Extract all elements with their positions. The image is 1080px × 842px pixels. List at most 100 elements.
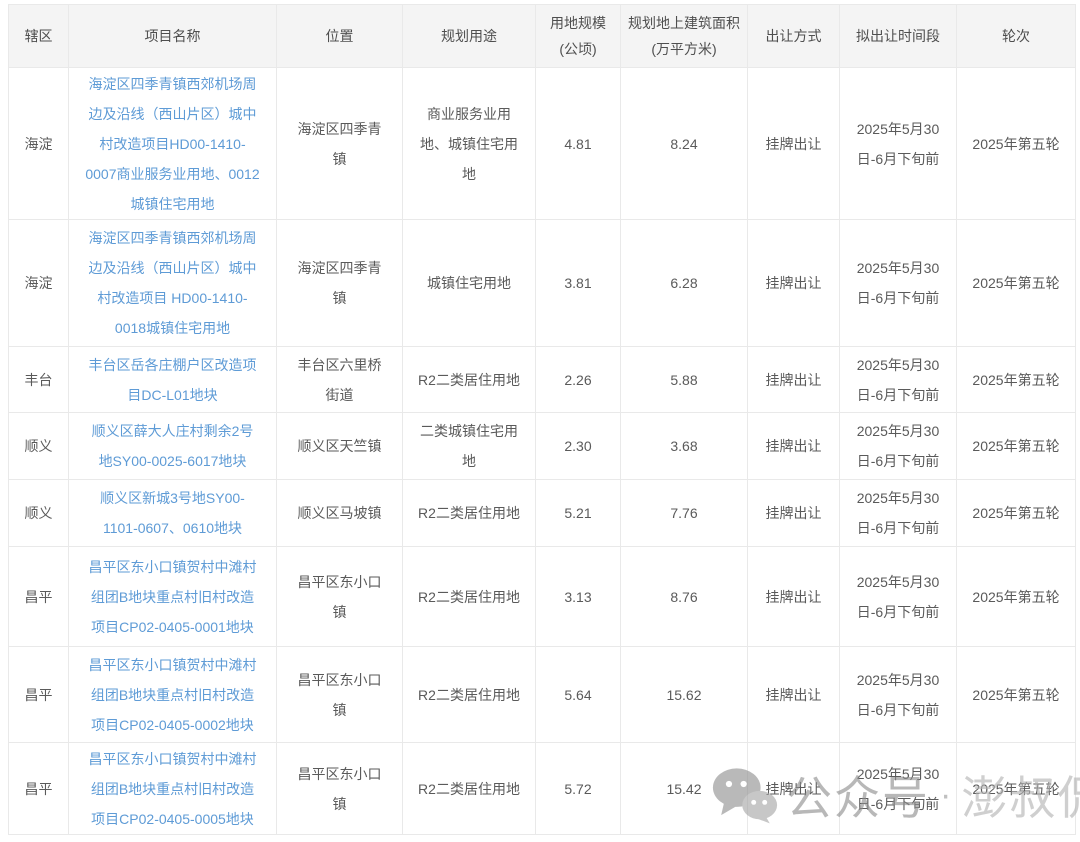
cell-area: 8.76 [621, 547, 748, 647]
cell-period: 2025年5月30日-6月下旬前 [840, 220, 957, 347]
cell-usage: 城镇住宅用地 [403, 220, 536, 347]
cell-method: 挂牌出让 [748, 68, 840, 220]
cell-usage: 商业服务业用地、城镇住宅用地 [403, 68, 536, 220]
column-header-project: 项目名称 [69, 5, 277, 68]
cell-scale: 3.81 [536, 220, 621, 347]
cell-round: 2025年第五轮 [957, 743, 1076, 835]
cell-period: 2025年5月30日-6月下旬前 [840, 413, 957, 480]
column-header-period: 拟出让时间段 [840, 5, 957, 68]
table-header: 辖区项目名称位置规划用途用地规模(公顷)规划地上建筑面积(万平方米)出让方式拟出… [9, 5, 1076, 68]
cell-scale: 5.72 [536, 743, 621, 835]
column-header-area: 规划地上建筑面积(万平方米) [621, 5, 748, 68]
cell-usage: R2二类居住用地 [403, 647, 536, 743]
cell-round: 2025年第五轮 [957, 547, 1076, 647]
cell-round: 2025年第五轮 [957, 480, 1076, 547]
cell-project: 海淀区四季青镇西郊机场周边及沿线（西山片区）城中村改造项目HD00-1410-0… [69, 68, 277, 220]
cell-round: 2025年第五轮 [957, 647, 1076, 743]
cell-area: 15.42 [621, 743, 748, 835]
table-row: 昌平昌平区东小口镇贺村中滩村组团B地块重点村旧村改造项目CP02-0405-00… [9, 743, 1076, 835]
table-row: 昌平昌平区东小口镇贺村中滩村组团B地块重点村旧村改造项目CP02-0405-00… [9, 547, 1076, 647]
cell-method: 挂牌出让 [748, 347, 840, 413]
table-row: 海淀海淀区四季青镇西郊机场周边及沿线（西山片区）城中村改造项目 HD00-141… [9, 220, 1076, 347]
cell-district: 顺义 [9, 480, 69, 547]
cell-scale: 2.30 [536, 413, 621, 480]
cell-project: 昌平区东小口镇贺村中滩村组团B地块重点村旧村改造项目CP02-0405-0001… [69, 547, 277, 647]
cell-method: 挂牌出让 [748, 647, 840, 743]
table-row: 海淀海淀区四季青镇西郊机场周边及沿线（西山片区）城中村改造项目HD00-1410… [9, 68, 1076, 220]
cell-area: 8.24 [621, 68, 748, 220]
column-header-scale: 用地规模(公顷) [536, 5, 621, 68]
cell-district: 顺义 [9, 413, 69, 480]
cell-usage: R2二类居住用地 [403, 480, 536, 547]
cell-project: 顺义区新城3号地SY00-1101-0607、0610地块 [69, 480, 277, 547]
cell-area: 6.28 [621, 220, 748, 347]
cell-period: 2025年5月30日-6月下旬前 [840, 480, 957, 547]
cell-scale: 5.64 [536, 647, 621, 743]
cell-location: 丰台区六里桥街道 [277, 347, 403, 413]
cell-location: 海淀区四季青镇 [277, 68, 403, 220]
cell-district: 海淀 [9, 68, 69, 220]
cell-area: 15.62 [621, 647, 748, 743]
cell-area: 5.88 [621, 347, 748, 413]
column-header-round: 轮次 [957, 5, 1076, 68]
project-link[interactable]: 昌平区东小口镇贺村中滩村组团B地块重点村旧村改造项目CP02-0405-0001… [89, 559, 257, 635]
cell-scale: 5.21 [536, 480, 621, 547]
column-header-usage: 规划用途 [403, 5, 536, 68]
cell-period: 2025年5月30日-6月下旬前 [840, 347, 957, 413]
project-link[interactable]: 丰台区岳各庄棚户区改造项目DC-L01地块 [89, 357, 257, 403]
cell-scale: 2.26 [536, 347, 621, 413]
cell-area: 3.68 [621, 413, 748, 480]
cell-project: 昌平区东小口镇贺村中滩村组团B地块重点村旧村改造项目CP02-0405-0005… [69, 743, 277, 835]
cell-area: 7.76 [621, 480, 748, 547]
project-link[interactable]: 昌平区东小口镇贺村中滩村组团B地块重点村旧村改造项目CP02-0405-0002… [89, 657, 257, 733]
cell-project: 昌平区东小口镇贺村中滩村组团B地块重点村旧村改造项目CP02-0405-0002… [69, 647, 277, 743]
land-auction-table: 辖区项目名称位置规划用途用地规模(公顷)规划地上建筑面积(万平方米)出让方式拟出… [8, 4, 1076, 835]
cell-usage: R2二类居住用地 [403, 743, 536, 835]
cell-location: 昌平区东小口镇 [277, 547, 403, 647]
cell-scale: 4.81 [536, 68, 621, 220]
cell-district: 丰台 [9, 347, 69, 413]
project-link[interactable]: 顺义区薛大人庄村剩余2号地SY00-0025-6017地块 [92, 423, 254, 469]
cell-round: 2025年第五轮 [957, 68, 1076, 220]
table-body: 海淀海淀区四季青镇西郊机场周边及沿线（西山片区）城中村改造项目HD00-1410… [9, 68, 1076, 835]
cell-round: 2025年第五轮 [957, 347, 1076, 413]
column-header-district: 辖区 [9, 5, 69, 68]
cell-usage: R2二类居住用地 [403, 347, 536, 413]
cell-district: 昌平 [9, 547, 69, 647]
column-header-location: 位置 [277, 5, 403, 68]
table-row: 顺义顺义区薛大人庄村剩余2号地SY00-0025-6017地块顺义区天竺镇二类城… [9, 413, 1076, 480]
project-link[interactable]: 海淀区四季青镇西郊机场周边及沿线（西山片区）城中村改造项目HD00-1410-0… [85, 76, 259, 212]
cell-location: 顺义区马坡镇 [277, 480, 403, 547]
cell-district: 昌平 [9, 647, 69, 743]
cell-usage: R2二类居住用地 [403, 547, 536, 647]
cell-period: 2025年5月30日-6月下旬前 [840, 547, 957, 647]
cell-project: 顺义区薛大人庄村剩余2号地SY00-0025-6017地块 [69, 413, 277, 480]
cell-project: 海淀区四季青镇西郊机场周边及沿线（西山片区）城中村改造项目 HD00-1410-… [69, 220, 277, 347]
table-row: 丰台丰台区岳各庄棚户区改造项目DC-L01地块丰台区六里桥街道R2二类居住用地2… [9, 347, 1076, 413]
cell-location: 顺义区天竺镇 [277, 413, 403, 480]
cell-round: 2025年第五轮 [957, 413, 1076, 480]
cell-method: 挂牌出让 [748, 743, 840, 835]
cell-project: 丰台区岳各庄棚户区改造项目DC-L01地块 [69, 347, 277, 413]
cell-method: 挂牌出让 [748, 480, 840, 547]
table-row: 昌平昌平区东小口镇贺村中滩村组团B地块重点村旧村改造项目CP02-0405-00… [9, 647, 1076, 743]
cell-location: 海淀区四季青镇 [277, 220, 403, 347]
cell-method: 挂牌出让 [748, 413, 840, 480]
cell-method: 挂牌出让 [748, 220, 840, 347]
project-link[interactable]: 顺义区新城3号地SY00-1101-0607、0610地块 [100, 490, 245, 536]
project-link[interactable]: 昌平区东小口镇贺村中滩村组团B地块重点村旧村改造项目CP02-0405-0005… [89, 751, 257, 827]
cell-district: 昌平 [9, 743, 69, 835]
header-row: 辖区项目名称位置规划用途用地规模(公顷)规划地上建筑面积(万平方米)出让方式拟出… [9, 5, 1076, 68]
cell-round: 2025年第五轮 [957, 220, 1076, 347]
cell-location: 昌平区东小口镇 [277, 647, 403, 743]
column-header-method: 出让方式 [748, 5, 840, 68]
cell-usage: 二类城镇住宅用地 [403, 413, 536, 480]
cell-period: 2025年5月30日-6月下旬前 [840, 743, 957, 835]
table-row: 顺义顺义区新城3号地SY00-1101-0607、0610地块顺义区马坡镇R2二… [9, 480, 1076, 547]
cell-period: 2025年5月30日-6月下旬前 [840, 647, 957, 743]
project-link[interactable]: 海淀区四季青镇西郊机场周边及沿线（西山片区）城中村改造项目 HD00-1410-… [89, 230, 257, 336]
cell-district: 海淀 [9, 220, 69, 347]
cell-scale: 3.13 [536, 547, 621, 647]
cell-location: 昌平区东小口镇 [277, 743, 403, 835]
cell-period: 2025年5月30日-6月下旬前 [840, 68, 957, 220]
